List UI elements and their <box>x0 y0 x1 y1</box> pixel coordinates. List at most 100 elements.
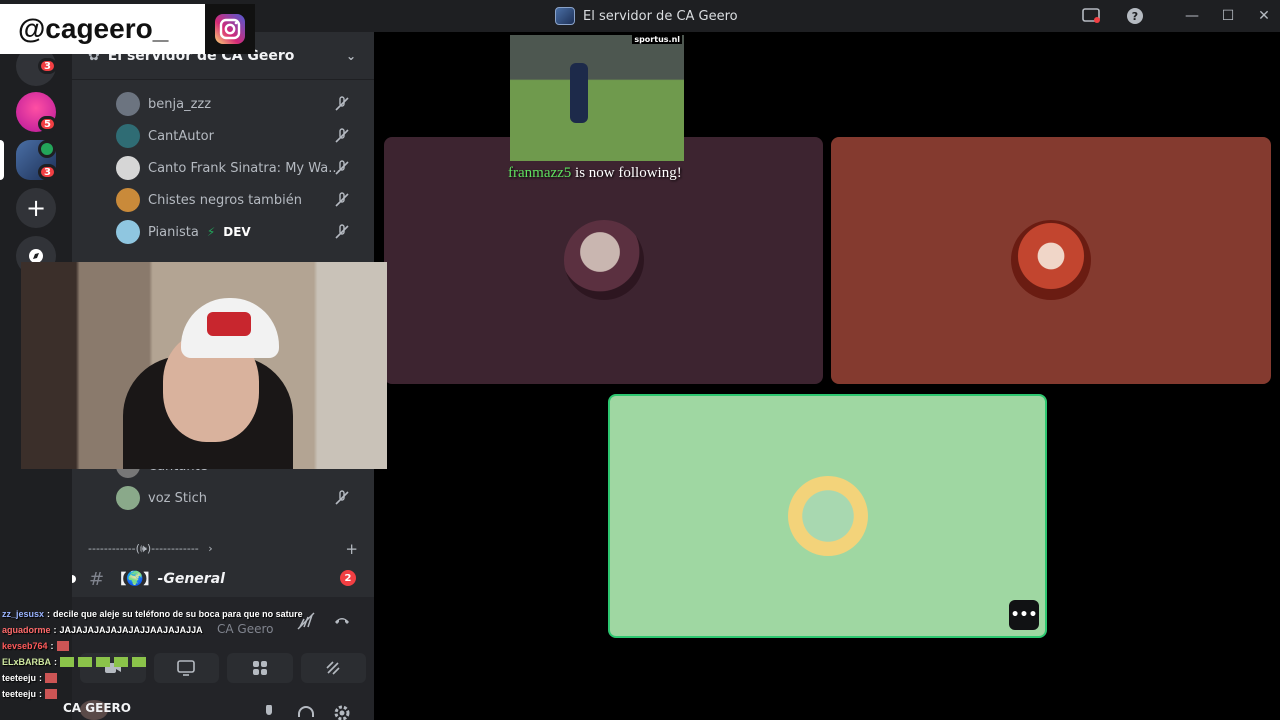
voice-user[interactable]: voz Stich <box>116 483 366 513</box>
server-badge: 5 <box>38 116 57 132</box>
category-divider-label: ------------(🕪)------------ <box>88 542 199 555</box>
video-tile-speaking-user[interactable]: ••• <box>608 394 1047 638</box>
webcam-overlay <box>21 262 387 469</box>
voice-user-name: Canto Frank Sinatra: My Wa... <box>148 160 341 176</box>
mic-muted-icon <box>335 490 349 505</box>
svg-text:?: ? <box>1132 10 1138 23</box>
avatar <box>116 156 140 180</box>
avatar <box>116 92 140 116</box>
add-server-icon[interactable]: + <box>16 188 56 228</box>
video-clip-overlay: sportus.nl <box>510 35 684 161</box>
user-name: CA GEERO <box>63 701 131 715</box>
avatar <box>788 476 868 556</box>
maximize-icon[interactable]: ☐ <box>1218 6 1238 26</box>
chat-line: aguadorme: JAJAJAJAJAJAJAJJAAJAJAJJA <box>2 625 203 635</box>
disconnect-icon[interactable] <box>332 611 352 631</box>
chevron-down-icon[interactable]: ⌄ <box>346 49 356 63</box>
channel-prefix: 【 <box>112 572 127 588</box>
chevron-right-icon: › <box>208 542 213 555</box>
chat-line: kevseb764: <box>2 638 69 654</box>
follow-text: is now following! <box>575 165 682 181</box>
chat-line: teeteeju: <box>2 686 58 702</box>
chat-user: aguadorme <box>2 625 51 635</box>
emote-icon <box>45 689 58 699</box>
emote-icon <box>56 641 69 651</box>
window-title: El servidor de CA Geero <box>555 0 738 32</box>
chat-user: kevseb764 <box>2 641 48 651</box>
chat-line: zz_jesusx: decile que aleje su teléfono … <box>2 609 303 619</box>
chat-line: ELxBARBA: <box>2 654 151 670</box>
video-tile-user-2[interactable] <box>831 137 1271 384</box>
chat-user: zz_jesusx <box>2 609 45 619</box>
social-handle: @cageero_ <box>0 4 205 54</box>
chat-line: teeteeju: <box>2 670 58 686</box>
globe-icon: 🌍 <box>126 571 144 587</box>
voice-active-icon <box>38 140 56 158</box>
voice-user-name: Pianista <box>148 224 199 240</box>
avatar <box>564 220 644 300</box>
mic-muted-icon <box>335 224 349 239</box>
voice-user-name: CantAutor <box>148 128 214 144</box>
close-icon[interactable]: ✕ <box>1254 6 1274 26</box>
voice-user-name: Chistes negros también <box>148 192 302 208</box>
help-icon[interactable]: ? <box>1125 6 1145 26</box>
add-channel-icon[interactable]: + <box>345 540 358 558</box>
window-title-text: El servidor de CA Geero <box>583 8 738 24</box>
channel-name: -General <box>157 571 225 587</box>
cap-logo <box>207 312 251 336</box>
voice-user[interactable]: Canto Frank Sinatra: My Wa... <box>116 153 366 183</box>
activities-button[interactable] <box>227 653 293 683</box>
emote-icon <box>60 657 151 667</box>
chat-message: JAJAJAJAJAJAJAJJAAJAJAJJA <box>59 625 203 635</box>
more-options-button[interactable]: ••• <box>1009 600 1039 630</box>
follow-user: franmazz5 <box>508 165 572 181</box>
headphones-icon[interactable] <box>297 705 315 720</box>
inbox-icon[interactable] <box>1081 6 1101 26</box>
voice-user[interactable]: Chistes negros también <box>116 185 366 215</box>
voice-user-name: benja_zzz <box>148 96 212 112</box>
soundboard-icon <box>326 661 340 675</box>
voice-user[interactable]: CantAutor <box>116 121 366 151</box>
hash-icon: # <box>89 568 105 590</box>
microphone-icon[interactable] <box>261 705 277 720</box>
dev-tag: DEV <box>223 225 251 239</box>
dm-badge: 3 <box>38 58 57 74</box>
avatar <box>1011 220 1091 300</box>
soundboard-button[interactable] <box>300 653 366 683</box>
avatar <box>116 486 140 510</box>
avatar <box>116 188 140 212</box>
avatar <box>116 220 140 244</box>
server-icon <box>555 7 575 25</box>
chat-message: decile que aleje su teléfono de su boca … <box>53 609 303 619</box>
avatar <box>116 124 140 148</box>
voice-user[interactable]: benja_zzz <box>116 89 366 119</box>
server-badge-2: 3 <box>38 164 57 180</box>
channel-badge: 2 <box>340 570 356 586</box>
unread-pill <box>72 575 76 583</box>
category-divider[interactable]: ------------(🕪)------------ › + <box>88 540 358 558</box>
mic-muted-icon <box>335 128 349 143</box>
emote-icon <box>45 673 58 683</box>
chat-user: teeteeju <box>2 689 37 699</box>
mic-muted-icon <box>335 96 349 111</box>
channel-suffix: 】 <box>143 572 158 588</box>
screen-share-icon <box>177 660 196 676</box>
mic-muted-icon <box>335 160 349 175</box>
activities-icon <box>252 661 267 675</box>
chat-user: ELxBARBA <box>2 657 52 667</box>
instagram-icon <box>205 4 255 54</box>
voice-user-name: voz Stich <box>148 490 207 506</box>
voice-user[interactable]: Pianista ⚡ DEV <box>116 217 366 247</box>
follow-alert: franmazz5 is now following! <box>508 165 682 182</box>
minimize-icon[interactable]: — <box>1182 6 1202 26</box>
player-figure <box>570 63 588 123</box>
selected-server-pill <box>0 140 4 180</box>
mic-muted-icon <box>335 192 349 207</box>
lightning-icon: ⚡ <box>206 225 216 239</box>
settings-gear-icon[interactable] <box>333 704 351 720</box>
chat-user: teeteeju <box>2 673 37 683</box>
text-channel-general[interactable]: # 【 🌍 】 -General 2 <box>72 568 374 590</box>
screen-share-button[interactable] <box>153 653 219 683</box>
voice-channel-hint: CA Geero <box>217 622 274 636</box>
clip-watermark: sportus.nl <box>632 35 682 44</box>
